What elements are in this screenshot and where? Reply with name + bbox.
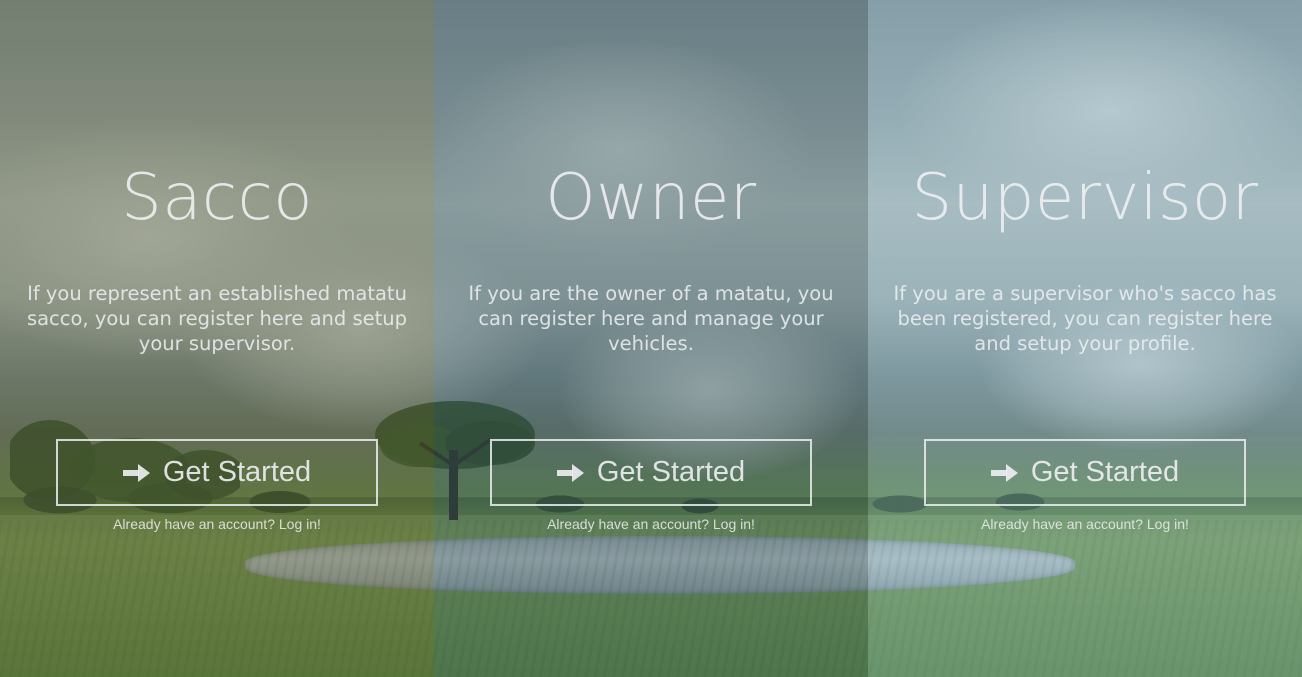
get-started-label: Get Started [596,456,746,488]
arrow-right-icon [556,463,585,483]
panel-owner: Owner If you are the owner of a matatu, … [434,0,868,677]
role-panels: Sacco If you represent an established ma… [0,0,1302,677]
panel-supervisor: Supervisor If you are a supervisor who's… [868,0,1302,677]
get-started-button-owner[interactable]: Get Started [490,439,812,506]
arrow-right-icon [990,463,1019,483]
panel-title: Supervisor [911,161,1259,235]
panel-title: Sacco [121,161,313,235]
get-started-button-supervisor[interactable]: Get Started [924,439,1246,506]
landing-page: Sacco If you represent an established ma… [0,0,1302,677]
get-started-button-sacco[interactable]: Get Started [56,439,378,506]
login-link-supervisor[interactable]: Already have an account? Log in! [868,516,1302,532]
login-link-owner[interactable]: Already have an account? Log in! [434,516,868,532]
get-started-label: Get Started [1030,456,1180,488]
arrow-right-icon [122,463,151,483]
panel-description: If you represent an established matatu s… [26,282,408,355]
panel-description: If you are a supervisor who's sacco has … [893,282,1277,355]
login-link-sacco[interactable]: Already have an account? Log in! [0,516,434,532]
panel-sacco: Sacco If you represent an established ma… [0,0,434,677]
get-started-label: Get Started [162,456,312,488]
panel-description: If you are the owner of a matatu, you ca… [468,282,834,355]
panel-title: Owner [545,161,757,235]
